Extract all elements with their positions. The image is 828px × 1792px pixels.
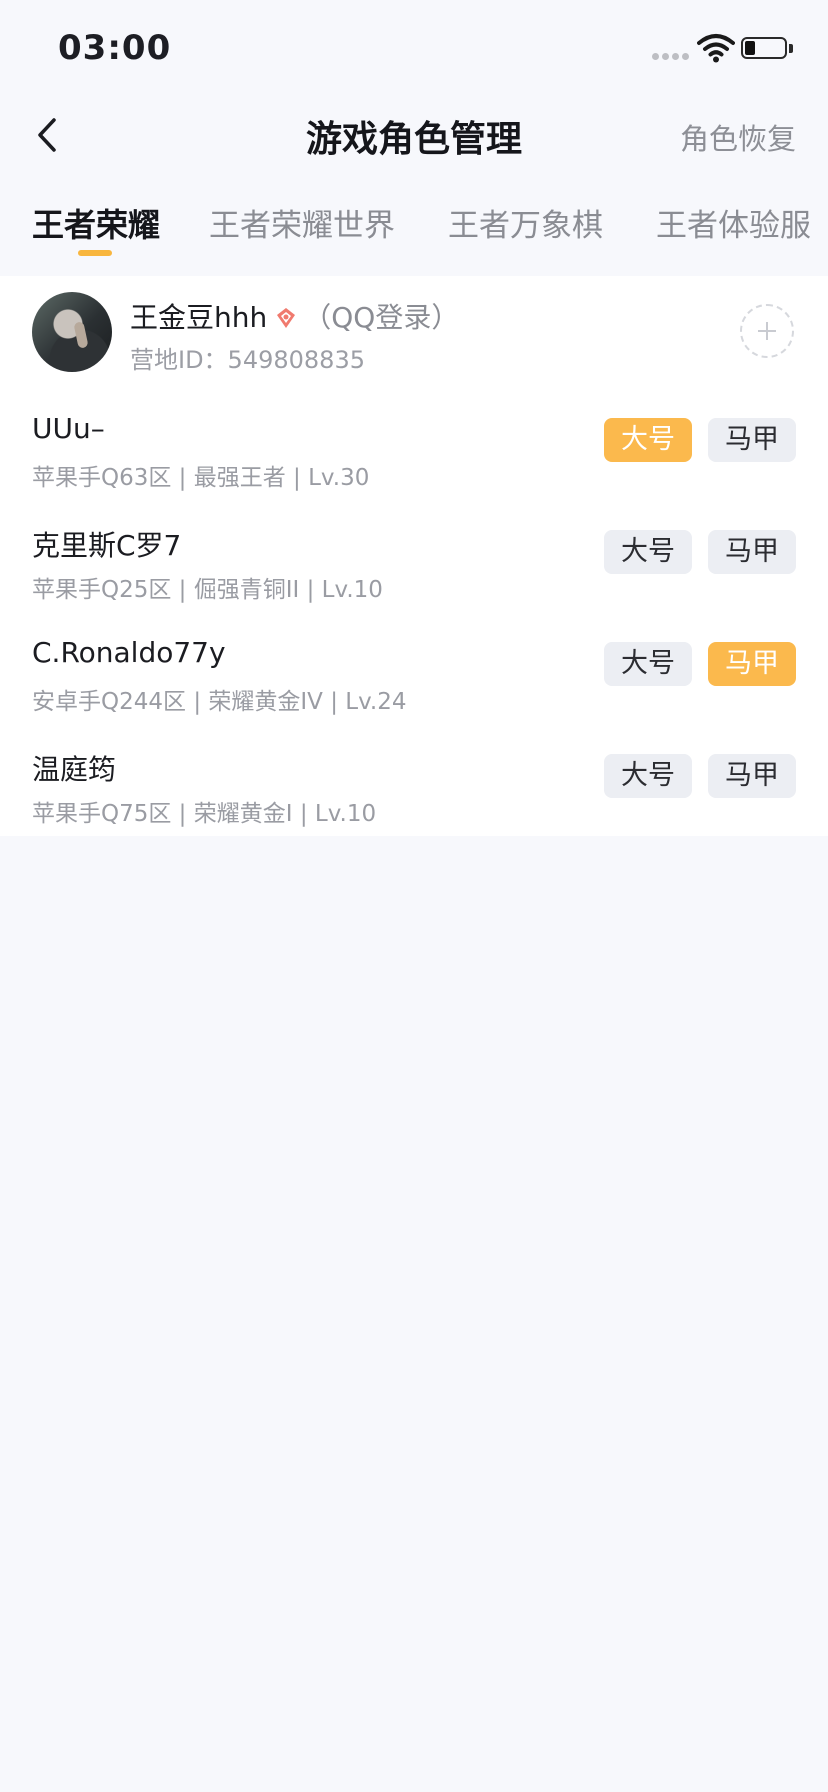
list-item[interactable]: 温庭筠 苹果手Q75区 | 荣耀黄金I | Lv.10 大号 马甲: [0, 742, 828, 854]
active-tab-indicator: [78, 250, 112, 256]
game-tabs: 王者荣耀 王者荣耀世界 王者万象棋 王者体验服: [0, 190, 828, 264]
alt-account-button[interactable]: 马甲: [708, 754, 796, 798]
role-info: 安卓手Q244区 | 荣耀黄金IV | Lv.24: [32, 689, 407, 715]
list-item[interactable]: 克里斯C罗7 苹果手Q25区 | 倔强青铜II | Lv.10 大号 马甲: [0, 518, 828, 630]
role-name: 温庭筠: [32, 753, 117, 786]
alt-account-button[interactable]: 马甲: [708, 530, 796, 574]
profile-name-line: 王金豆hhh （QQ登录）: [130, 296, 459, 336]
tab-experience-server[interactable]: 王者体验服: [656, 200, 811, 245]
wifi-icon: [697, 34, 735, 63]
list-item[interactable]: UUu– 苹果手Q63区 | 最强王者 | Lv.30 大号 马甲: [0, 406, 828, 518]
alt-account-button[interactable]: 马甲: [708, 418, 796, 462]
role-info: 苹果手Q75区 | 荣耀黄金I | Lv.10: [32, 801, 377, 827]
main-account-button[interactable]: 大号: [604, 754, 692, 798]
avatar: [32, 292, 112, 372]
main-account-button[interactable]: 大号: [604, 418, 692, 462]
tab-honor-of-kings-chess[interactable]: 王者万象棋: [448, 200, 603, 245]
alt-account-button[interactable]: 马甲: [708, 642, 796, 686]
nav-bar: 游戏角色管理 角色恢复: [0, 100, 828, 176]
gem-badge-icon: [277, 308, 296, 328]
battery-icon: [741, 37, 795, 61]
main-account-button[interactable]: 大号: [604, 530, 692, 574]
role-name: C.Ronaldo77y: [32, 636, 226, 669]
account-profile: 王金豆hhh （QQ登录） 营地ID：549808835: [0, 276, 828, 386]
camp-id: 营地ID：549808835: [130, 346, 365, 374]
role-name: UUu–: [32, 412, 105, 445]
role-info: 苹果手Q63区 | 最强王者 | Lv.30: [32, 465, 370, 491]
add-role-button[interactable]: [740, 304, 794, 358]
login-type: （QQ登录）: [303, 301, 460, 334]
role-name: 克里斯C罗7: [32, 529, 182, 562]
role-list-panel: 王金豆hhh （QQ登录） 营地ID：549808835 UUu– 苹果手Q63…: [0, 276, 828, 836]
status-time: 03:00: [58, 28, 172, 68]
tab-honor-of-kings[interactable]: 王者荣耀: [32, 200, 160, 246]
status-bar: 03:00: [0, 0, 828, 100]
cellular-signal-icon: [652, 53, 690, 61]
profile-name: 王金豆hhh: [130, 301, 268, 334]
main-account-button[interactable]: 大号: [604, 642, 692, 686]
role-restore-link[interactable]: 角色恢复: [680, 116, 796, 158]
tab-honor-of-kings-world[interactable]: 王者荣耀世界: [209, 200, 395, 245]
role-info: 苹果手Q25区 | 倔强青铜II | Lv.10: [32, 577, 383, 603]
list-item[interactable]: C.Ronaldo77y 安卓手Q244区 | 荣耀黄金IV | Lv.24 大…: [0, 630, 828, 742]
